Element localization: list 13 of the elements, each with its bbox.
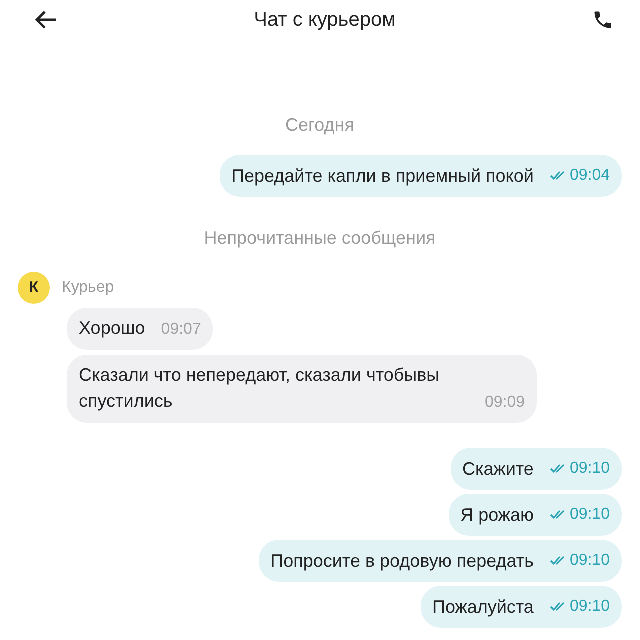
- outgoing-message: Попросите в родовую передать 09:10: [258, 540, 622, 582]
- date-label: Сегодня: [286, 114, 354, 137]
- sender-name: Курьер: [62, 278, 114, 298]
- outgoing-message: Пожалуйста 09:10: [420, 586, 622, 628]
- incoming-message: Сказали что непередают, сказали чтобывы спустились 09:09: [67, 355, 537, 423]
- avatar: К: [18, 272, 50, 304]
- outgoing-message: Скажите 09:10: [450, 448, 622, 490]
- incoming-message: Хорошо 09:07: [67, 308, 214, 350]
- outgoing-message: Я рожаю 09:10: [448, 494, 622, 536]
- chat-title: Чат с курьером: [254, 8, 396, 33]
- back-arrow-icon[interactable]: [34, 10, 58, 30]
- unread-divider-label: Непрочитанные сообщения: [204, 227, 436, 250]
- outgoing-message: Передайте капли в приемный покой 09:04: [220, 155, 622, 197]
